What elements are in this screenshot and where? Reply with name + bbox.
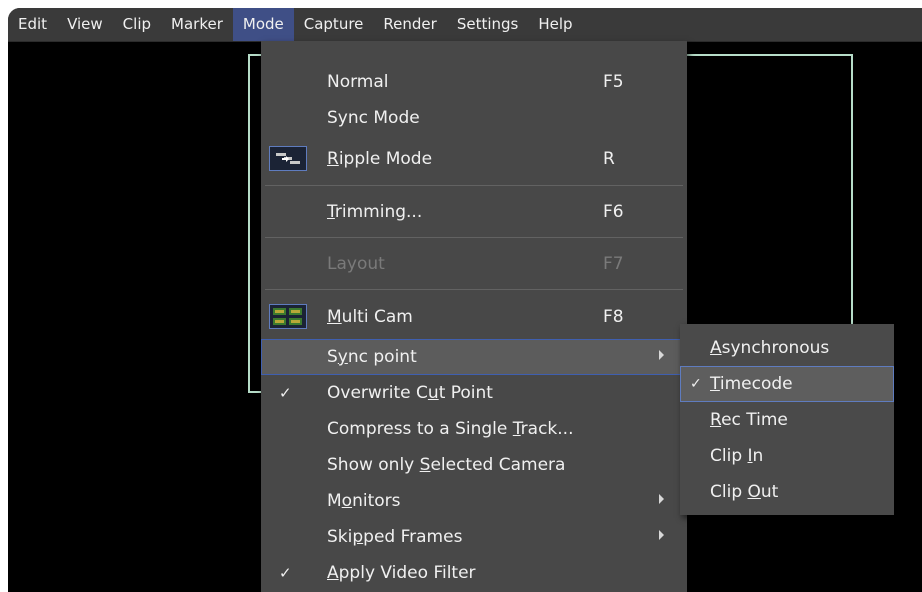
menu-item-overwrite-cut-point[interactable]: ✓ Overwrite Cut Point: [261, 375, 687, 411]
submenu-arrow-icon: [659, 494, 664, 504]
menu-view[interactable]: View: [57, 8, 113, 41]
menu-item-label: Show only Selected Camera: [327, 455, 566, 475]
menu-item-layout: Layout F7: [261, 246, 687, 282]
menu-separator: [265, 185, 683, 186]
menubar: Edit View Clip Marker Mode Capture Rende…: [8, 8, 922, 42]
menu-clip[interactable]: Clip: [113, 8, 161, 41]
shortcut-label: F5: [603, 72, 624, 92]
submenu-item-label: Asynchronous: [710, 338, 830, 358]
menu-capture[interactable]: Capture: [294, 8, 374, 41]
menu-item-show-selected-camera[interactable]: Show only Selected Camera: [261, 447, 687, 483]
shortcut-label: F6: [603, 202, 624, 222]
ripple-mode-icon: [269, 146, 307, 171]
mode-menu: Normal F5 Sync Mode Ripple Mode R Trimmi…: [261, 41, 687, 592]
submenu-item-rec-time[interactable]: Rec Time: [680, 402, 894, 438]
menu-help[interactable]: Help: [528, 8, 582, 41]
menu-item-skipped-frames[interactable]: Skipped Frames: [261, 519, 687, 555]
menu-item-label: Trimming...: [327, 202, 423, 222]
menu-settings[interactable]: Settings: [447, 8, 529, 41]
menu-render[interactable]: Render: [373, 8, 446, 41]
menu-item-label: Overwrite Cut Point: [327, 383, 493, 403]
checkmark-icon: ✓: [279, 564, 292, 582]
app-window: Edit View Clip Marker Mode Capture Rende…: [8, 8, 922, 592]
menu-item-trimming[interactable]: Trimming... F6: [261, 194, 687, 230]
menu-item-apply-video-filter[interactable]: ✓ Apply Video Filter: [261, 555, 687, 591]
menu-item-sync-point[interactable]: Sync point: [261, 339, 687, 375]
menu-item-sync-mode[interactable]: Sync Mode: [261, 100, 687, 136]
menu-edit[interactable]: Edit: [8, 8, 57, 41]
menu-item-label: Layout: [327, 254, 385, 274]
menu-separator: [265, 237, 683, 238]
menu-item-label: Skipped Frames: [327, 527, 463, 547]
multi-cam-icon: [269, 304, 307, 329]
shortcut-label: F8: [603, 307, 624, 327]
menu-mode[interactable]: Mode: [232, 8, 294, 41]
shortcut-label: R: [603, 149, 615, 169]
menu-item-label: Monitors: [327, 491, 401, 511]
menu-item-label: Ripple Mode: [327, 149, 433, 169]
submenu-arrow-icon: [659, 350, 664, 360]
menu-item-label: Normal: [327, 72, 389, 92]
submenu-item-label: Clip Out: [710, 482, 779, 502]
submenu-item-asynchronous[interactable]: Asynchronous: [680, 330, 894, 366]
submenu-arrow-icon: [659, 530, 664, 540]
shortcut-label: F7: [603, 254, 624, 274]
menu-item-label: Multi Cam: [327, 307, 413, 327]
submenu-item-label: Timecode: [710, 374, 793, 394]
checkmark-icon: ✓: [279, 384, 292, 402]
menu-item-monitors[interactable]: Monitors: [261, 483, 687, 519]
checkmark-icon: ✓: [690, 376, 702, 392]
submenu-item-clip-out[interactable]: Clip Out: [680, 474, 894, 510]
submenu-item-label: Clip In: [710, 446, 764, 466]
menu-item-ripple-mode[interactable]: Ripple Mode R: [261, 141, 687, 177]
menu-item-label: Apply Video Filter: [327, 563, 476, 583]
menu-item-compress-single-track[interactable]: Compress to a Single Track...: [261, 411, 687, 447]
menu-marker[interactable]: Marker: [161, 8, 233, 41]
menu-item-label: Sync Mode: [327, 108, 420, 128]
menu-item-label: Sync point: [327, 347, 417, 367]
menu-item-normal[interactable]: Normal F5: [261, 64, 687, 100]
menu-item-label: Compress to a Single Track...: [327, 419, 574, 439]
sync-point-submenu: Asynchronous ✓ Timecode Rec Time Clip In…: [680, 324, 894, 515]
submenu-item-clip-in[interactable]: Clip In: [680, 438, 894, 474]
submenu-item-label: Rec Time: [710, 410, 788, 430]
menu-separator: [265, 289, 683, 290]
menu-item-multi-cam[interactable]: Multi Cam F8: [261, 299, 687, 335]
submenu-item-timecode[interactable]: ✓ Timecode: [680, 366, 894, 402]
